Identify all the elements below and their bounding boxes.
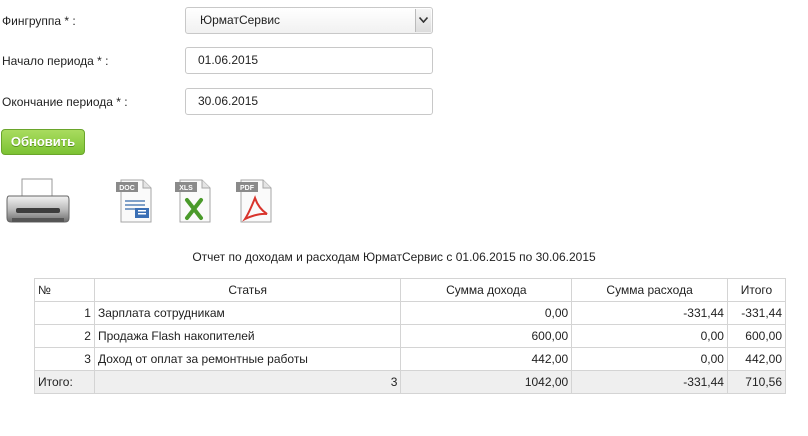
column-header-income: Сумма дохода <box>400 278 573 302</box>
row-item: Зарплата сотрудникам <box>93 301 402 325</box>
report-table: № Статья Сумма дохода Сумма расхода Итог… <box>34 278 787 394</box>
pdf-export-icon[interactable]: PDF <box>235 178 273 227</box>
totals-row: Итого: 3 1042,00 -331,44 710,56 <box>34 370 787 394</box>
refresh-button[interactable]: Обновить <box>1 129 85 155</box>
xls-icon-label: XLS <box>179 185 193 192</box>
row-expense: -331,44 <box>571 301 728 325</box>
column-header-number: № <box>34 278 95 302</box>
row-number: 1 <box>34 301 95 325</box>
report-title: Отчет по доходам и расходам ЮрматСервис … <box>192 250 596 264</box>
row-expense: 0,00 <box>571 324 728 348</box>
row-expense: 0,00 <box>571 347 728 371</box>
end-date-input[interactable]: 30.06.2015 <box>185 88 433 115</box>
printer-icon[interactable] <box>6 178 70 229</box>
row-income: 600,00 <box>400 324 573 348</box>
column-header-expense: Сумма расхода <box>571 278 728 302</box>
fingroup-select[interactable]: ЮрматСервис <box>185 7 433 34</box>
row-number: 3 <box>34 347 95 371</box>
column-header-item: Статья <box>93 278 402 302</box>
totals-label: Итого: <box>34 370 95 394</box>
table-row: 1 Зарплата сотрудникам 0,00 -331,44 -331… <box>34 301 787 325</box>
row-item: Продажа Flash накопителей <box>93 324 402 348</box>
row-income: 0,00 <box>400 301 573 325</box>
start-date-label: Начало периода * : <box>2 54 109 68</box>
row-number: 2 <box>34 324 95 348</box>
totals-total: 710,56 <box>726 370 787 394</box>
table-row: 2 Продажа Flash накопителей 600,00 0,00 … <box>34 324 787 348</box>
end-date-label: Окончание периода * : <box>2 95 128 109</box>
row-total: -331,44 <box>726 301 787 325</box>
row-item: Доход от оплат за ремонтные работы <box>93 347 402 371</box>
doc-export-icon[interactable]: DOC <box>115 178 153 227</box>
pdf-icon-label: PDF <box>240 185 255 192</box>
totals-expense: -331,44 <box>571 370 728 394</box>
row-total: 600,00 <box>726 324 787 348</box>
chevron-down-icon[interactable] <box>415 9 431 32</box>
column-header-total: Итого <box>726 278 787 302</box>
row-income: 442,00 <box>400 347 573 371</box>
table-header-row: № Статья Сумма дохода Сумма расхода Итог… <box>34 278 787 302</box>
fingroup-selected-value: ЮрматСервис <box>200 13 281 27</box>
table-row: 3 Доход от оплат за ремонтные работы 442… <box>34 347 787 371</box>
fingroup-label: Фингруппа * : <box>2 14 76 28</box>
start-date-input[interactable]: 01.06.2015 <box>185 47 433 74</box>
row-total: 442,00 <box>726 347 787 371</box>
totals-income: 1042,00 <box>400 370 573 394</box>
doc-icon-label: DOC <box>119 185 135 192</box>
xls-export-icon[interactable]: XLS <box>174 178 212 227</box>
totals-count: 3 <box>93 370 402 394</box>
